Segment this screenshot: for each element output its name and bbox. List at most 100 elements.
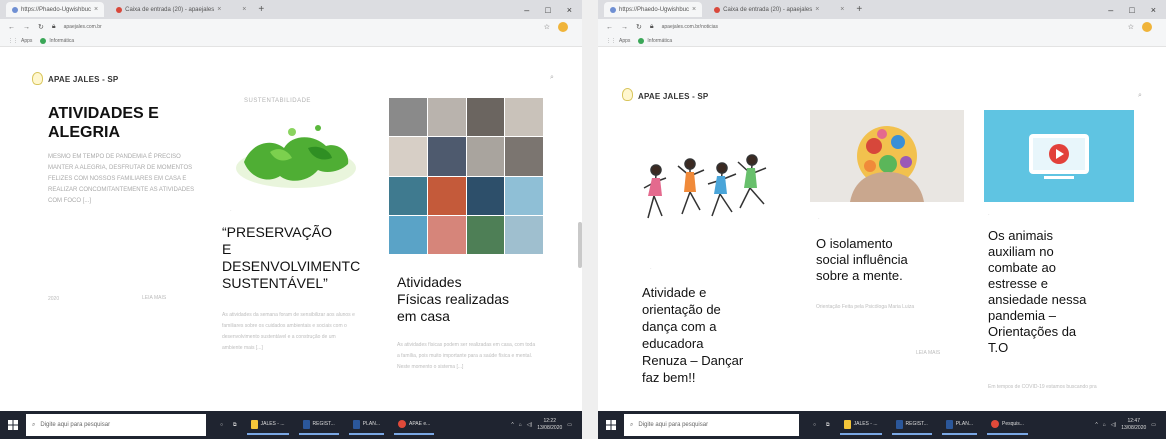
post-title[interactable]: O isolamento social influência sobre a m… xyxy=(816,236,966,284)
browser-tab[interactable]: Caixa de entrada (20) - apaejales × xyxy=(708,2,825,17)
new-tab-icon[interactable]: + xyxy=(856,4,862,15)
new-tab-icon[interactable]: + xyxy=(258,4,264,15)
browser-tab[interactable]: × xyxy=(233,2,252,17)
close-tab-icon[interactable]: × xyxy=(815,6,819,13)
tab-label: https://Phaedo-Ugwishbuc xyxy=(21,6,92,13)
taskbar-app-explorer[interactable]: JALES - ... xyxy=(839,415,882,435)
volume-icon[interactable]: ◁) xyxy=(1111,422,1117,428)
read-more-link[interactable]: LEIA MAIS xyxy=(142,295,166,301)
tab-label: Caixa de entrada (20) - apaejales xyxy=(723,6,813,13)
tray-chevron-icon[interactable]: ^ xyxy=(511,422,513,428)
forward-arrow-icon[interactable]: → xyxy=(621,24,628,31)
forward-arrow-icon[interactable]: → xyxy=(23,24,30,31)
post-title[interactable]: Os animais auxiliam no combate ao estres… xyxy=(988,228,1148,356)
task-view-icon[interactable]: ⧉ xyxy=(826,422,830,428)
windows-start-icon[interactable] xyxy=(0,420,26,430)
post-thumbnail-collage[interactable] xyxy=(389,98,543,254)
close-tab-icon[interactable]: × xyxy=(217,6,221,13)
url-field[interactable]: apaejales.com.br/noticias xyxy=(662,24,718,30)
post-thumbnail-dancers[interactable] xyxy=(632,148,772,234)
chrome-icon xyxy=(990,420,999,428)
taskbar-app-explorer[interactable]: JALES - ... xyxy=(246,415,289,435)
taskbar-app-word[interactable]: REGIST... xyxy=(891,415,932,435)
post-thumbnail-mind[interactable] xyxy=(810,110,964,202)
star-icon[interactable]: ☆ xyxy=(1128,23,1134,31)
back-arrow-icon[interactable]: ← xyxy=(8,24,15,31)
close-window-icon[interactable]: × xyxy=(567,5,572,15)
apps-grid-icon: ⋮⋮ xyxy=(8,37,18,44)
browser-tab[interactable]: Caixa de entrada (20) - apaejales × xyxy=(110,2,227,17)
post-thumbnail-globe[interactable] xyxy=(222,112,372,222)
taskbar-search-box[interactable]: ⌕ Digite aqui para pesquisar xyxy=(624,414,799,436)
reload-icon[interactable]: ↻ xyxy=(38,23,44,31)
bookmark-informatica[interactable]: Informática xyxy=(638,37,672,44)
notification-icon[interactable]: ▭ xyxy=(1151,422,1156,428)
photo-collage-image xyxy=(389,98,543,254)
address-bar-row: ← → ↻ 🔒︎ apaejales.com.br/noticias ☆ xyxy=(598,19,1166,35)
taskbar-app-chrome[interactable]: APAE e... xyxy=(393,415,435,435)
maximize-icon[interactable]: □ xyxy=(545,5,550,15)
task-view-icon[interactable]: ⧉ xyxy=(233,422,237,428)
notification-icon[interactable]: ▭ xyxy=(567,422,572,428)
search-icon[interactable]: ⌕ xyxy=(1138,92,1142,100)
post-title[interactable]: Atividade e orientação de dança com a ed… xyxy=(642,284,797,386)
read-more-link[interactable]: LEIA MAIS xyxy=(916,348,940,359)
cortana-icon[interactable]: ○ xyxy=(813,422,816,428)
site-title[interactable]: APAE JALES - SP xyxy=(638,92,708,101)
tray-chevron-icon[interactable]: ^ xyxy=(1095,422,1097,428)
file-explorer-icon xyxy=(250,419,258,429)
taskbar-app-word-2[interactable]: PLAN... xyxy=(348,415,384,435)
cortana-icon[interactable]: ○ xyxy=(220,422,223,428)
browser-tab[interactable]: × xyxy=(831,2,850,17)
scrollbar-thumb[interactable] xyxy=(578,222,582,268)
reload-icon[interactable]: ↻ xyxy=(636,23,642,31)
network-icon[interactable]: ⌂ xyxy=(519,422,522,428)
volume-icon[interactable]: ◁) xyxy=(527,422,533,428)
post-title[interactable]: Atividades Físicas realizadas em casa xyxy=(397,274,547,325)
green-world-map-image xyxy=(236,125,356,188)
taskbar-app-word-2[interactable]: PLAN... xyxy=(941,415,977,435)
hero-title[interactable]: ATIVIDADES E ALEGRIA xyxy=(48,104,208,142)
browser-tab-strip: https://Phaedo-Ugwishbuc × Caixa de entr… xyxy=(0,0,582,19)
post-meta: · xyxy=(818,216,821,222)
address-bar-row: ← → ↻ 🔒︎ apaejales.com.br ☆ xyxy=(0,19,582,35)
windows-start-icon[interactable] xyxy=(598,420,624,430)
minimize-icon[interactable]: – xyxy=(1108,5,1113,15)
word-icon xyxy=(352,419,360,429)
profile-avatar-icon[interactable] xyxy=(1142,22,1152,32)
maximize-icon[interactable]: □ xyxy=(1129,5,1134,15)
url-field[interactable]: apaejales.com.br xyxy=(64,24,102,30)
post-category[interactable]: SUSTENTABILIDADE xyxy=(244,98,311,104)
hero-text: MESMO EM TEMPO DE PANDEMIA É PRECISO MAN… xyxy=(48,154,195,204)
close-tab-icon[interactable]: × xyxy=(840,6,844,13)
minimize-icon[interactable]: – xyxy=(524,5,529,15)
search-icon: ⌕ xyxy=(630,421,634,428)
close-tab-icon[interactable]: × xyxy=(94,6,98,13)
taskbar-app-word[interactable]: REGIST... xyxy=(298,415,339,435)
gmail-icon xyxy=(714,6,721,13)
bookmark-informatica[interactable]: Informática xyxy=(40,37,74,44)
tab-label: https://Phaedo-Ugwishbuc xyxy=(619,6,690,13)
bookmark-apps[interactable]: ⋮⋮ Apps xyxy=(8,38,32,44)
browser-tab-active[interactable]: https://Phaedo-Ugwishbuc × xyxy=(604,2,703,17)
bookmark-apps[interactable]: ⋮⋮ Apps xyxy=(606,38,630,44)
back-arrow-icon[interactable]: ← xyxy=(606,24,613,31)
network-icon[interactable]: ⌂ xyxy=(1103,422,1106,428)
close-window-icon[interactable]: × xyxy=(1151,5,1156,15)
clock[interactable]: 12:47 13/08/2020 xyxy=(1121,418,1146,432)
star-icon[interactable]: ☆ xyxy=(544,23,550,31)
post-meta: · xyxy=(650,266,653,272)
clock[interactable]: 12:22 13/08/2020 xyxy=(537,418,562,432)
close-tab-icon[interactable]: × xyxy=(242,6,246,13)
taskbar-app-chrome[interactable]: Pesquis... xyxy=(986,415,1028,435)
search-icon[interactable]: ⌕ xyxy=(550,74,554,82)
post-title[interactable]: “PRESERVAÇÃO E DESENVOLVIMENTC SUSTENTÁV… xyxy=(222,224,387,292)
profile-avatar-icon[interactable] xyxy=(558,22,568,32)
browser-tab-active[interactable]: https://Phaedo-Ugwishbuc × xyxy=(6,2,105,17)
word-icon xyxy=(895,419,903,429)
site-title[interactable]: APAE JALES - SP xyxy=(48,75,118,84)
close-tab-icon[interactable]: × xyxy=(692,6,696,13)
post-thumbnail-video[interactable] xyxy=(984,110,1134,202)
apps-grid-icon: ⋮⋮ xyxy=(606,37,616,44)
taskbar-search-box[interactable]: ⌕ Digite aqui para pesquisar xyxy=(26,414,206,436)
